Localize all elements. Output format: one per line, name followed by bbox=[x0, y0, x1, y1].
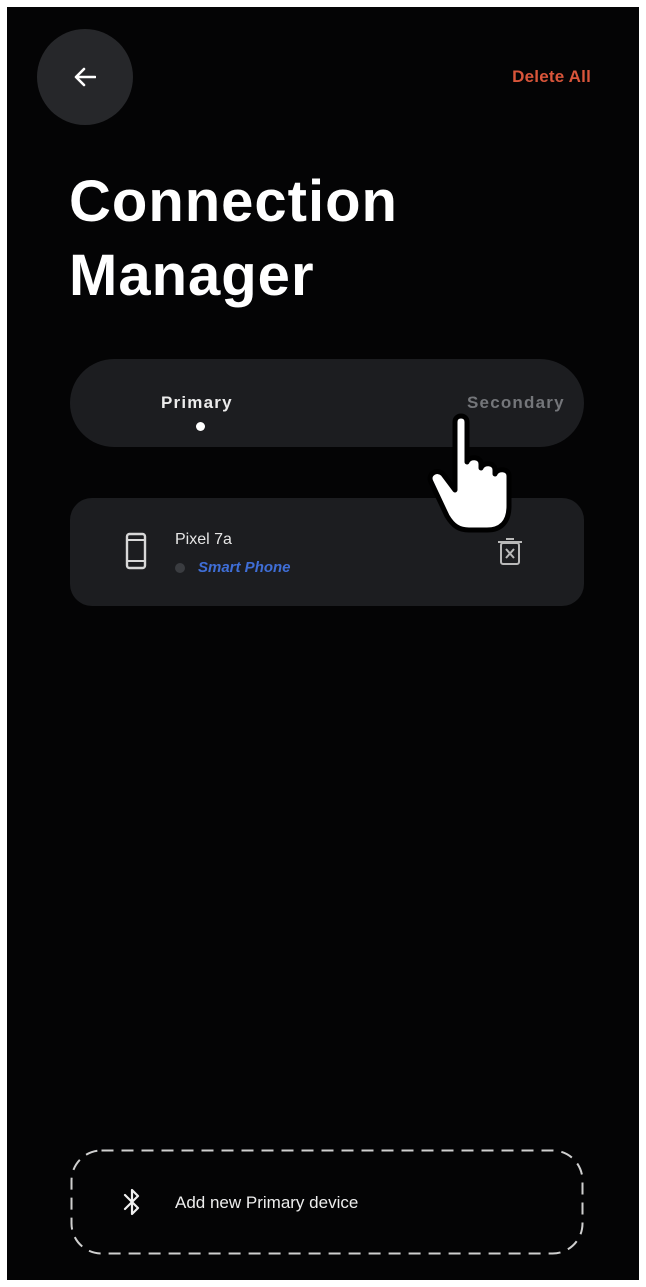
delete-device-icon[interactable] bbox=[497, 538, 523, 566]
device-name: Pixel 7a bbox=[175, 531, 232, 548]
device-type: Smart Phone bbox=[198, 559, 291, 576]
page-title: Connection Manager bbox=[69, 165, 589, 313]
connection-manager-screen: Delete All Connection Manager Primary Se… bbox=[7, 7, 639, 1280]
page-title-line1: Connection bbox=[69, 169, 398, 234]
bluetooth-icon bbox=[123, 1188, 140, 1216]
back-button[interactable] bbox=[37, 29, 133, 125]
add-device-label: Add new Primary device bbox=[175, 1193, 359, 1212]
device-type-dot bbox=[175, 563, 185, 573]
phone-icon bbox=[125, 532, 147, 570]
delete-all-button[interactable]: Delete All bbox=[512, 67, 591, 87]
page-title-line2: Manager bbox=[69, 243, 315, 308]
tab-primary[interactable]: Primary bbox=[70, 359, 327, 447]
selected-indicator-dot bbox=[196, 422, 205, 431]
hand-pointer-icon bbox=[427, 413, 512, 533]
arrow-left-icon bbox=[74, 67, 96, 87]
tab-primary-label: Primary bbox=[161, 393, 233, 412]
add-device-button[interactable]: Add new Primary device bbox=[70, 1149, 584, 1255]
